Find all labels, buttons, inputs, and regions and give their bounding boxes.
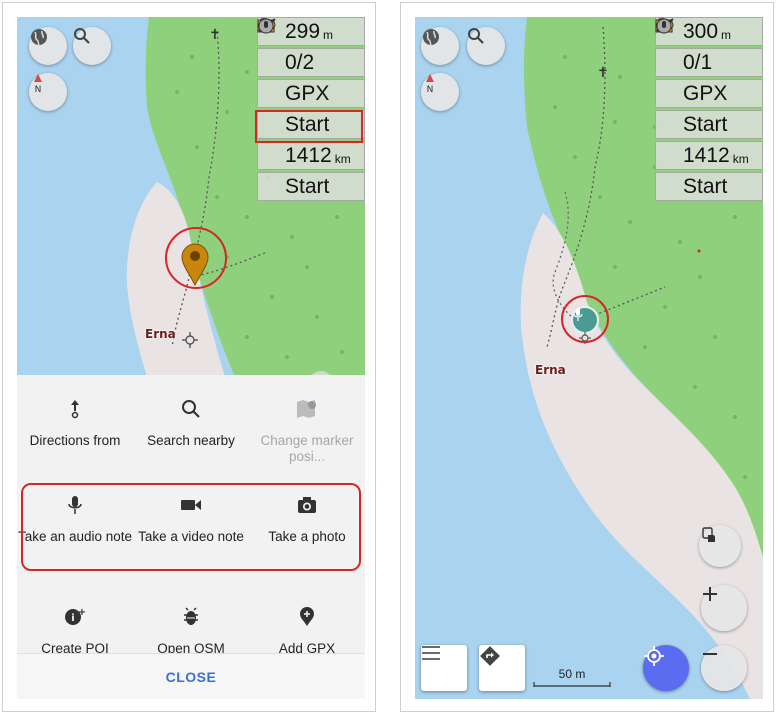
change-marker-label: Change marker posi... bbox=[260, 433, 354, 464]
open-osm-note-button[interactable]: Open OSM bbox=[133, 605, 249, 657]
svg-text:N: N bbox=[427, 85, 434, 93]
map-screen-left: ✝ N 299 m 0/2 GPX Start 1412 km Start Er… bbox=[17, 17, 365, 699]
svg-text:✝: ✝ bbox=[597, 65, 609, 81]
photo-widget[interactable]: Start bbox=[655, 19, 763, 139]
search-button[interactable] bbox=[467, 27, 505, 65]
audio-widget[interactable]: Start bbox=[655, 18, 763, 201]
directions-from-label: Directions from bbox=[29, 433, 121, 448]
place-label-erna: Erna bbox=[535, 363, 566, 377]
waypoint-widget[interactable]: 0/1 bbox=[655, 18, 763, 77]
distance-unit: km bbox=[334, 151, 351, 166]
touch-hand-icon bbox=[702, 527, 715, 542]
map-info-widgets: 300 m 0/1 GPX Start 1412 km Start bbox=[655, 17, 763, 203]
audio-note-icon bbox=[258, 18, 282, 197]
main-menu-button[interactable] bbox=[421, 645, 467, 691]
altitude-unit: m bbox=[721, 27, 732, 42]
waypoint-icon bbox=[656, 18, 680, 73]
gpx-widget[interactable]: GPX bbox=[655, 17, 763, 108]
scale-label: 50 m bbox=[558, 667, 586, 681]
zoom-out-button[interactable] bbox=[701, 645, 747, 691]
distance-icon bbox=[258, 18, 282, 166]
map-style-button[interactable] bbox=[29, 27, 67, 65]
altitude-value: 299 bbox=[285, 19, 321, 43]
svg-text:+: + bbox=[78, 607, 86, 618]
gpx-record-icon bbox=[655, 17, 680, 104]
distance-widget[interactable]: 1412 km bbox=[257, 18, 365, 170]
zoom-in-button[interactable] bbox=[701, 585, 747, 631]
directions-icon bbox=[71, 400, 79, 419]
search-button[interactable] bbox=[73, 27, 111, 65]
location-target-icon bbox=[579, 332, 591, 344]
waypoint-value: 0/2 bbox=[285, 50, 315, 74]
change-marker-position-button[interactable]: Change marker posi... bbox=[249, 397, 365, 465]
distance-value: 1412 bbox=[285, 143, 332, 167]
distance-widget[interactable]: 1412 km bbox=[655, 18, 763, 170]
gpx-record-icon bbox=[257, 17, 282, 104]
media-notes-highlight bbox=[21, 483, 361, 571]
add-gpx-waypoint-button[interactable]: Add GPX bbox=[249, 605, 365, 657]
audio-value: Start bbox=[285, 174, 330, 198]
distance-value: 1412 bbox=[683, 143, 730, 167]
gpx-value: GPX bbox=[683, 81, 728, 105]
distance-unit: km bbox=[732, 151, 749, 166]
search-nearby-label: Search nearby bbox=[147, 433, 235, 448]
change-marker-icon bbox=[297, 400, 316, 418]
search-nearby-button[interactable]: Search nearby bbox=[133, 397, 249, 449]
altitude-value: 300 bbox=[683, 19, 719, 43]
marker-highlight-circle bbox=[165, 227, 227, 289]
search-icon bbox=[74, 28, 90, 44]
map-view[interactable]: ✝ N 300 m 0/1 GPX Start 1412 km Start Er… bbox=[415, 17, 763, 699]
my-location-icon bbox=[644, 646, 664, 666]
map-screen-right: ✝ N 300 m 0/1 GPX Start 1412 km Start Er… bbox=[415, 17, 763, 699]
create-poi-button[interactable]: i + Create POI bbox=[17, 605, 133, 657]
my-location-button[interactable] bbox=[643, 645, 689, 691]
right-screenshot-panel: ✝ N 300 m 0/1 GPX Start 1412 km Start Er… bbox=[400, 2, 774, 712]
waypoint-widget[interactable]: 0/2 bbox=[257, 18, 365, 77]
compass-north-icon: N bbox=[34, 74, 42, 93]
photo-value: Start bbox=[683, 112, 728, 136]
svg-text:N: N bbox=[35, 85, 42, 93]
camera-icon bbox=[655, 19, 680, 135]
navigation-button[interactable] bbox=[479, 645, 525, 691]
context-menu-sheet: Directions from Search nearby Change mar… bbox=[17, 375, 365, 699]
audio-value: Start bbox=[683, 174, 728, 198]
place-label-erna: Erna bbox=[145, 327, 176, 341]
search-icon bbox=[182, 400, 200, 418]
hamburger-menu-icon bbox=[422, 646, 440, 660]
location-target-icon bbox=[182, 332, 198, 348]
svg-text:✝: ✝ bbox=[209, 27, 221, 43]
gpx-value: GPX bbox=[285, 81, 330, 105]
add-gpx-icon bbox=[300, 607, 314, 626]
osm-bug-icon bbox=[184, 607, 198, 625]
gpx-widget[interactable]: GPX bbox=[257, 17, 365, 108]
map-scale-bar: 50 m bbox=[533, 667, 611, 687]
gesture-control-button[interactable] bbox=[699, 525, 741, 567]
compass-north-icon: N bbox=[426, 74, 434, 93]
waypoint-value: 0/1 bbox=[683, 50, 713, 74]
compass-button[interactable]: N bbox=[421, 73, 459, 111]
search-icon bbox=[468, 28, 484, 44]
audio-note-icon bbox=[656, 18, 680, 197]
waypoint-icon bbox=[258, 18, 282, 73]
svg-text:i: i bbox=[71, 613, 74, 624]
globe-icon bbox=[423, 29, 439, 46]
left-screenshot-panel: ✝ N 299 m 0/2 GPX Start 1412 km Start Er… bbox=[2, 2, 376, 712]
globe-icon bbox=[31, 29, 47, 46]
map-style-button[interactable] bbox=[421, 27, 459, 65]
directions-from-button[interactable]: Directions from bbox=[17, 397, 133, 449]
photo-widget-highlight bbox=[255, 110, 363, 143]
minus-icon bbox=[703, 653, 717, 655]
create-poi-icon: i+ bbox=[65, 607, 86, 625]
plus-icon bbox=[703, 587, 717, 601]
compass-button[interactable]: N bbox=[29, 73, 67, 111]
altitude-unit: m bbox=[323, 27, 334, 42]
close-button[interactable]: CLOSE bbox=[17, 653, 365, 699]
directions-diamond-icon bbox=[480, 646, 500, 666]
distance-icon bbox=[656, 18, 680, 166]
audio-widget[interactable]: Start bbox=[257, 18, 365, 201]
